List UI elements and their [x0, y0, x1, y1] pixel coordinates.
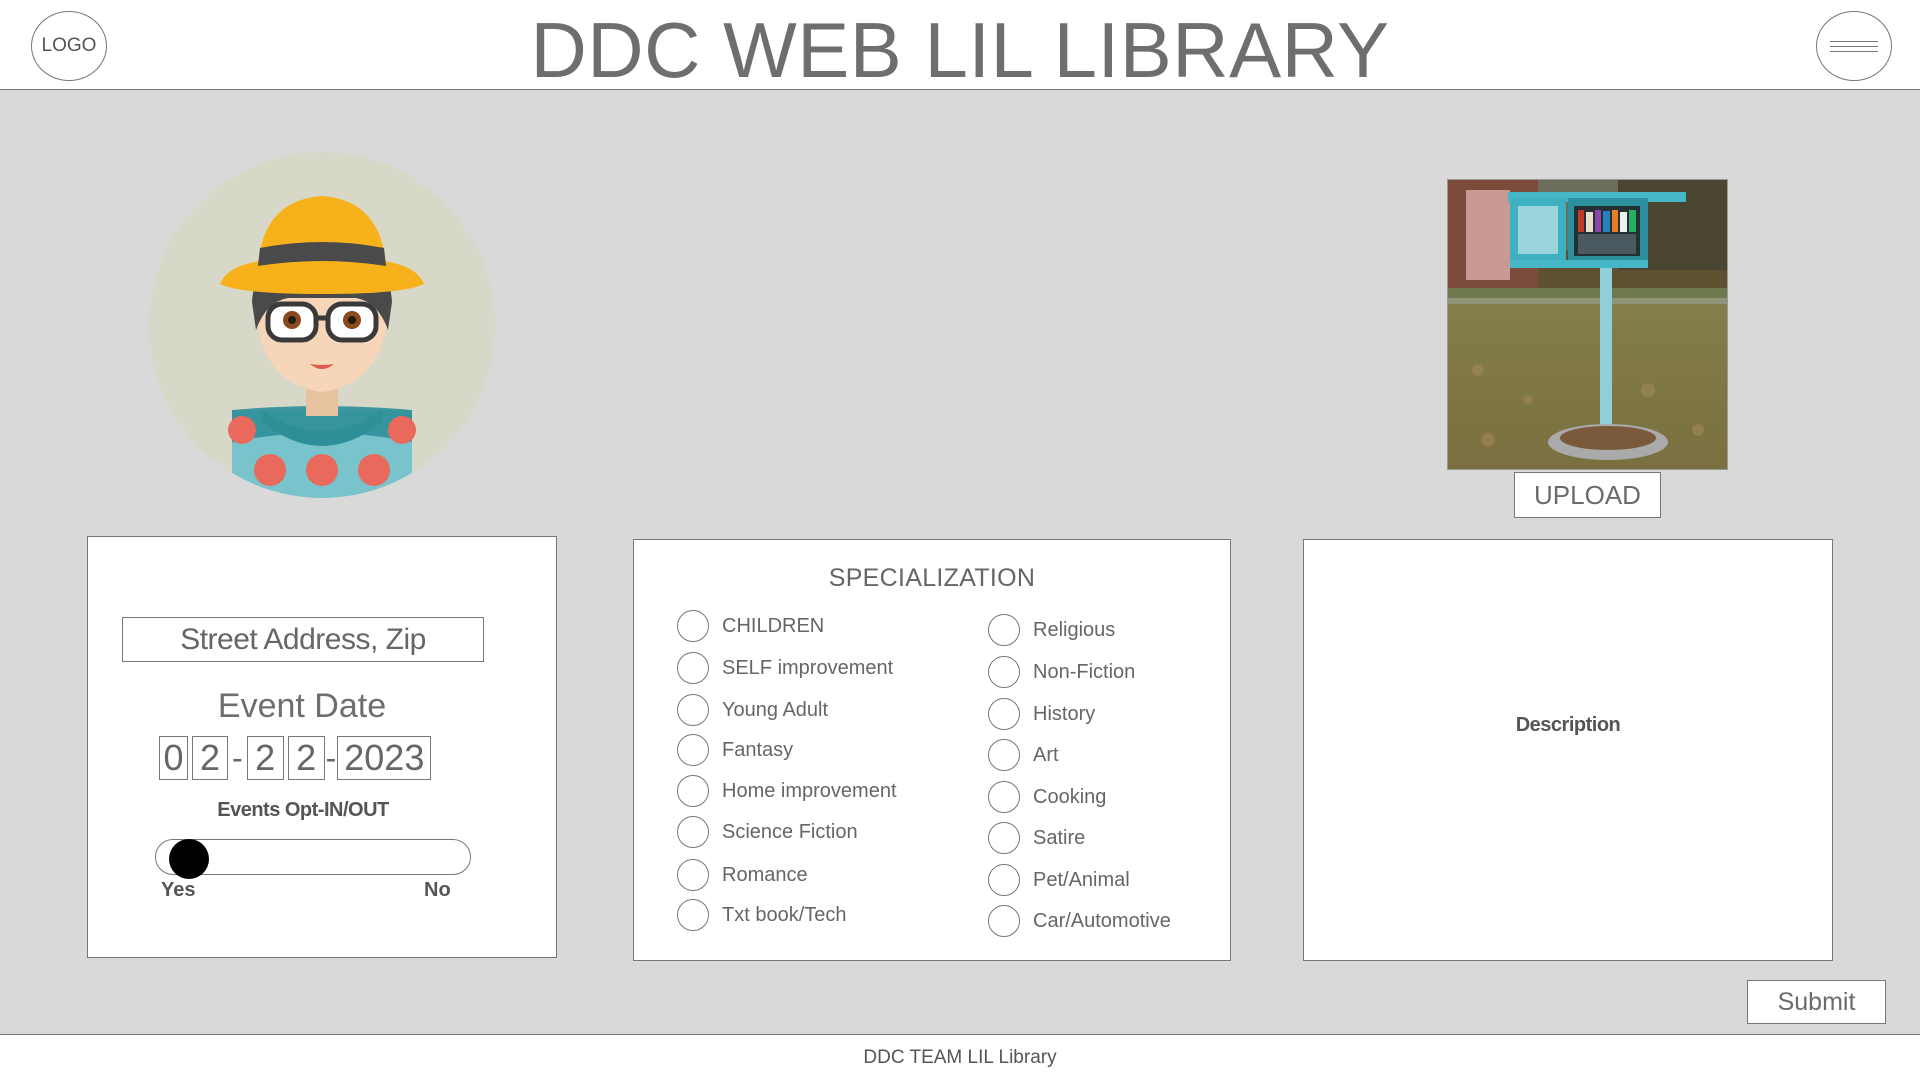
radio-button[interactable] — [677, 899, 709, 931]
option-pet-animal[interactable]: Pet/Animal — [988, 863, 1130, 897]
option-self-improvement[interactable]: SELF improvement — [677, 651, 893, 685]
option-label: Religious — [1033, 618, 1116, 641]
upload-button[interactable]: UPLOAD — [1514, 472, 1661, 518]
option-label: Txt book/Tech — [722, 903, 847, 926]
date-separator: - — [325, 739, 337, 776]
avatar — [149, 152, 495, 498]
events-opt-label: Events Opt-IN/OUT — [217, 799, 389, 821]
option-romance[interactable]: Romance — [677, 858, 808, 892]
event-date-input: 0 2 - 2 2 - 2023 — [159, 735, 432, 781]
option-label: Home improvement — [722, 779, 897, 802]
option-label: Pet/Animal — [1033, 868, 1130, 891]
month-digit-1[interactable]: 0 — [159, 736, 188, 780]
day-digit-1[interactable]: 2 — [246, 736, 284, 780]
option-txt-book-tech[interactable]: Txt book/Tech — [677, 898, 847, 932]
month-digit-2[interactable]: 2 — [192, 736, 228, 780]
option-young-adult[interactable]: Young Adult — [677, 693, 828, 727]
specialization-panel: SPECIALIZATION CHILDREN SELF improvement… — [633, 539, 1231, 961]
radio-button[interactable] — [677, 652, 709, 684]
option-art[interactable]: Art — [988, 738, 1059, 772]
event-panel: Street Address, Zip Event Date 0 2 - 2 2… — [87, 536, 557, 958]
option-label: Cooking — [1033, 785, 1107, 808]
radio-button[interactable] — [988, 656, 1020, 688]
option-label: Satire — [1033, 826, 1086, 849]
submit-button[interactable]: Submit — [1747, 980, 1886, 1024]
option-label: CHILDREN — [722, 614, 825, 637]
site-header: LOGO DDC WEB LIL LIBRARY — [0, 0, 1920, 94]
option-religious[interactable]: Religious — [988, 613, 1115, 647]
option-cooking[interactable]: Cooking — [988, 780, 1106, 814]
library-photo — [1447, 179, 1728, 470]
option-non-fiction[interactable]: Non-Fiction — [988, 655, 1135, 689]
radio-button[interactable] — [988, 905, 1020, 937]
year-field[interactable]: 2023 — [337, 736, 432, 780]
option-satire[interactable]: Satire — [988, 821, 1085, 855]
option-label: History — [1033, 702, 1096, 725]
option-label: Car/Automotive — [1033, 909, 1171, 932]
main-content: UPLOAD Street Address, Zip Event Date 0 … — [0, 90, 1920, 1034]
option-label: SELF improvement — [722, 656, 894, 679]
radio-button[interactable] — [988, 822, 1020, 854]
option-label: Romance — [722, 863, 808, 886]
toggle-yes-label: Yes — [161, 879, 196, 901]
radio-button[interactable] — [677, 694, 709, 726]
option-home-improvement[interactable]: Home improvement — [677, 774, 897, 808]
option-science-fiction[interactable]: Science Fiction — [677, 815, 858, 849]
option-fantasy[interactable]: Fantasy — [677, 733, 793, 767]
radio-button[interactable] — [677, 734, 709, 766]
radio-button[interactable] — [677, 775, 709, 807]
specialization-title: SPECIALIZATION — [828, 564, 1036, 592]
hamburger-menu-icon[interactable] — [1816, 11, 1892, 81]
radio-button[interactable] — [677, 610, 709, 642]
option-label: Fantasy — [722, 738, 794, 761]
option-car-automotive[interactable]: Car/Automotive — [988, 904, 1171, 938]
radio-button[interactable] — [677, 816, 709, 848]
page-title: DDC WEB LIL LIBRARY — [530, 6, 1390, 94]
option-label: Art — [1033, 743, 1059, 766]
toggle-knob[interactable] — [169, 839, 209, 879]
radio-button[interactable] — [988, 698, 1020, 730]
date-separator: - — [232, 739, 243, 776]
option-label: Young Adult — [722, 698, 829, 721]
toggle-no-label: No — [424, 879, 451, 901]
description-field[interactable]: Description — [1303, 539, 1833, 961]
radio-button[interactable] — [677, 859, 709, 891]
description-label: Description — [1515, 714, 1621, 736]
option-label: Non-Fiction — [1033, 660, 1136, 683]
day-digit-2[interactable]: 2 — [287, 736, 325, 780]
events-opt-toggle[interactable] — [155, 839, 471, 879]
address-field[interactable]: Street Address, Zip — [122, 617, 484, 662]
option-label: Science Fiction — [722, 820, 858, 843]
radio-button[interactable] — [988, 614, 1020, 646]
radio-button[interactable] — [988, 864, 1020, 896]
footer: DDC TEAM LIL Library — [0, 1034, 1920, 1080]
option-history[interactable]: History — [988, 697, 1095, 731]
event-date-label: Event Date — [217, 687, 387, 725]
radio-button[interactable] — [988, 739, 1020, 771]
option-children[interactable]: CHILDREN — [677, 609, 824, 643]
footer-text: DDC TEAM LIL Library — [863, 1046, 1057, 1068]
radio-button[interactable] — [988, 781, 1020, 813]
